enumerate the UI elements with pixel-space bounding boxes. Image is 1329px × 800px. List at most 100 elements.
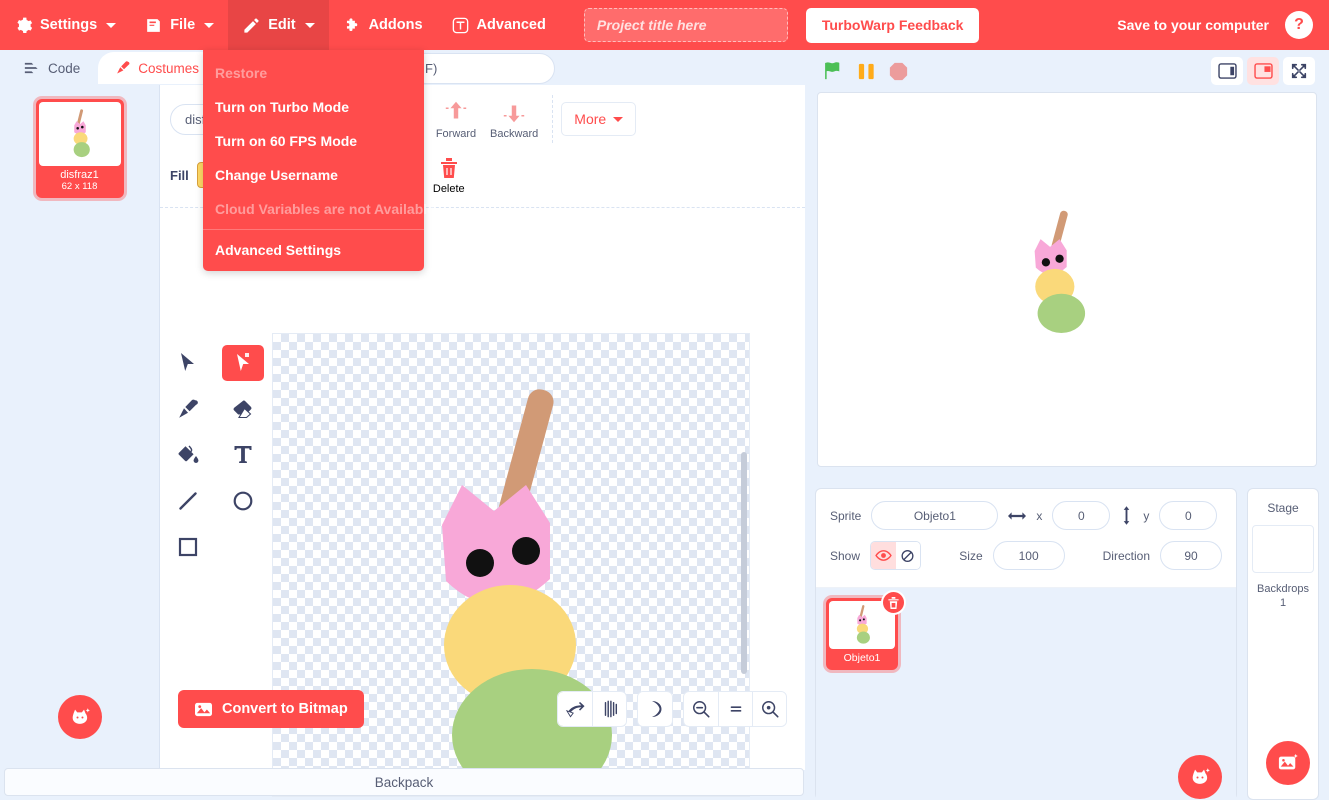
show-visible-button[interactable] (871, 542, 896, 569)
sprite-info-panel: Sprite x y Show (816, 489, 1236, 588)
menu-divider (203, 229, 424, 230)
chevron-down-icon (204, 23, 214, 28)
eye-icon (875, 549, 892, 562)
select-tool[interactable] (167, 345, 209, 381)
puzzle-icon (343, 16, 362, 35)
stop-button[interactable] (887, 60, 910, 83)
circle-tool[interactable] (222, 483, 264, 519)
trash-small-icon (887, 596, 900, 610)
large-stage-button[interactable] (1247, 57, 1279, 85)
menu-item-change-username[interactable]: Change Username (203, 158, 424, 192)
backward-icon (501, 99, 527, 125)
dark-mode-button[interactable] (638, 692, 672, 726)
zoom-out-icon (691, 699, 711, 719)
menu-item-advanced-settings[interactable]: Advanced Settings (203, 233, 424, 267)
tab-costumes-label: Costumes (138, 61, 199, 76)
x-axis-icon (1008, 509, 1026, 523)
delete-sprite-button[interactable] (881, 590, 906, 615)
reshape-arrow-icon (233, 352, 253, 374)
sprite-name-input[interactable] (871, 501, 998, 530)
convert-to-bitmap-button[interactable]: Convert to Bitmap (178, 690, 364, 728)
search-input[interactable] (410, 53, 555, 84)
menu-file[interactable]: File (130, 0, 228, 50)
x-input[interactable] (1052, 501, 1110, 530)
rectangle-tool[interactable] (167, 529, 209, 565)
paint-bucket-icon (176, 443, 200, 467)
mode-button-group (637, 691, 673, 727)
line-tool[interactable] (167, 483, 209, 519)
small-stage-icon (1218, 63, 1237, 79)
sprite-card-name: Objeto1 (829, 649, 895, 667)
add-backdrop-button[interactable] (1266, 741, 1310, 785)
tab-code-label: Code (48, 61, 80, 76)
brush-icon (114, 60, 131, 76)
turbowarp-editor: Settings File Edit Addons (0, 0, 1329, 800)
help-button[interactable]: ? (1285, 11, 1313, 39)
tool-palette (160, 337, 270, 573)
menu-addons[interactable]: Addons (329, 0, 437, 50)
dango-thumb-icon (68, 108, 92, 160)
reshape-tool[interactable] (222, 345, 264, 381)
delete-button[interactable]: Delete (421, 154, 477, 197)
menu-item-cloud-variables[interactable]: Cloud Variables are not Available (203, 192, 424, 226)
stage-header (805, 50, 1329, 92)
square-icon (177, 536, 199, 558)
menu-edit-label: Edit (268, 17, 295, 33)
paintbrush-icon (177, 398, 199, 420)
convert-label: Convert to Bitmap (222, 701, 348, 717)
editor-tabs: Code Costumes (8, 52, 217, 84)
green-flag-button[interactable] (823, 60, 846, 83)
y-axis-icon (1120, 506, 1133, 525)
backward-button[interactable]: Backward (484, 97, 544, 142)
flip-horizontal-button[interactable] (558, 692, 592, 726)
costume-list-panel: 1 disfraz1 62 x 118 (0, 85, 160, 770)
canvas-vertical-scrollbar[interactable] (741, 452, 747, 674)
tab-costumes[interactable]: Costumes (98, 52, 217, 84)
show-toggle-group (870, 541, 921, 570)
flip-vertical-button[interactable] (592, 692, 626, 726)
zoom-out-button[interactable] (684, 692, 718, 726)
small-stage-button[interactable] (1211, 57, 1243, 85)
zoom-in-button[interactable] (752, 692, 786, 726)
stage-backdrop-thumbnail[interactable] (1252, 525, 1314, 573)
more-label: More (574, 111, 606, 127)
backdrops-count: 1 (1280, 597, 1286, 609)
eraser-tool[interactable] (222, 391, 264, 427)
project-title-input[interactable] (584, 8, 788, 42)
eraser-icon (231, 399, 255, 419)
tab-code[interactable]: Code (8, 52, 98, 84)
text-tool[interactable] (222, 437, 264, 473)
add-sprite-button[interactable] (1178, 755, 1222, 799)
brush-tool[interactable] (167, 391, 209, 427)
zoom-reset-button[interactable] (718, 692, 752, 726)
menu-item-turbo-mode[interactable]: Turn on Turbo Mode (203, 90, 424, 124)
chevron-down-icon (613, 117, 623, 122)
menu-item-restore[interactable]: Restore (203, 56, 424, 90)
menu-edit[interactable]: Edit (228, 0, 328, 50)
file-icon (144, 16, 163, 35)
pencil-icon (242, 16, 261, 35)
add-costume-button[interactable] (58, 695, 102, 739)
menu-advanced[interactable]: Advanced (437, 0, 560, 50)
more-dropdown-button[interactable]: More (561, 102, 636, 136)
pause-button[interactable] (856, 60, 877, 83)
y-input[interactable] (1159, 501, 1217, 530)
circle-icon (232, 490, 254, 512)
forward-button[interactable]: Forward (428, 97, 484, 142)
turbowarp-feedback-button[interactable]: TurboWarp Feedback (806, 8, 980, 43)
show-hidden-button[interactable] (896, 542, 921, 569)
direction-input[interactable] (1160, 541, 1222, 570)
menu-item-60-fps-mode[interactable]: Turn on 60 FPS Mode (203, 124, 424, 158)
save-to-computer-button[interactable]: Save to your computer (1117, 17, 1269, 33)
sprite-card-objeto1[interactable]: Objeto1 (826, 598, 898, 670)
size-input[interactable] (993, 541, 1065, 570)
backpack-bar[interactable]: Backpack (4, 768, 804, 796)
menu-settings[interactable]: Settings (0, 0, 130, 50)
stage-view[interactable] (817, 92, 1317, 467)
menu-bar: Settings File Edit Addons (0, 0, 1329, 50)
fullscreen-button[interactable] (1283, 57, 1315, 85)
stage-size-controls (1211, 57, 1315, 85)
costume-item-1[interactable]: 1 disfraz1 62 x 118 (36, 99, 124, 198)
fill-tool[interactable] (167, 437, 209, 473)
sprite-label: Sprite (830, 509, 861, 523)
